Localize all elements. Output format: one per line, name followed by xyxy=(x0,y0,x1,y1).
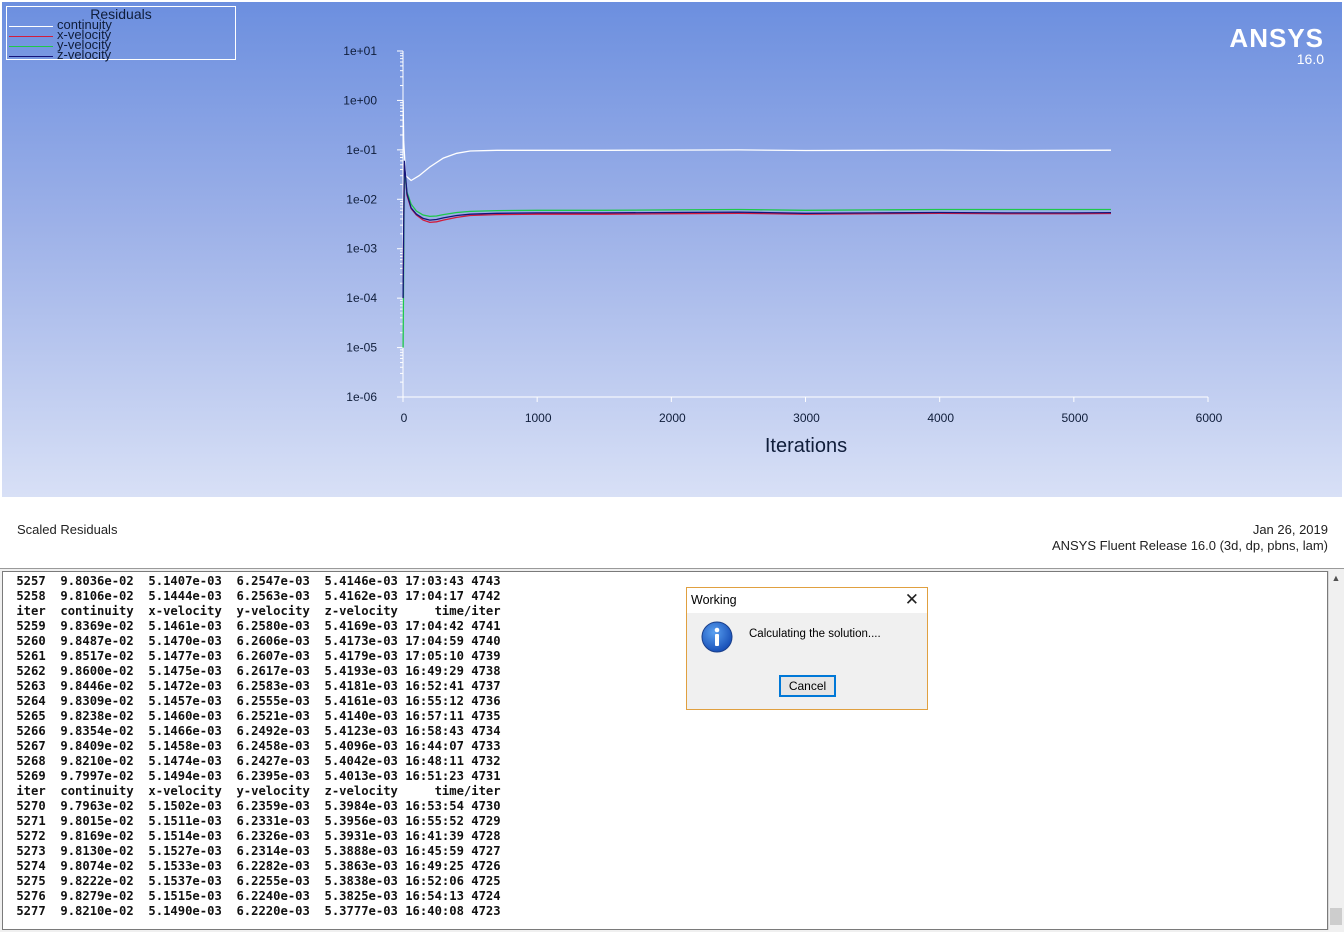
legend-swatch-z-velocity xyxy=(9,56,53,57)
series-line-continuity xyxy=(402,100,1112,182)
series-line-z-velocity xyxy=(402,160,1112,299)
series-line-x-velocity xyxy=(402,164,1112,299)
legend-item-z-velocity: z-velocity xyxy=(9,47,229,62)
console-output[interactable]: 5257 9.8036e-02 5.1407e-03 6.2547e-03 5.… xyxy=(2,571,1328,930)
residuals-chart: 1e-06 1e-05 1e-04 1e-03 1e-02 1e-01 1e+00 1e+01… xyxy=(343,44,1223,457)
console-line: 5272 9.8169e-02 5.1514e-03 6.2326e-03 5.… xyxy=(9,829,501,843)
legend-label-z-velocity: z-velocity xyxy=(57,47,112,62)
y-tick-label: 1e+01 xyxy=(343,44,377,58)
console-line: 5265 9.8238e-02 5.1460e-03 6.2521e-03 5.… xyxy=(9,709,501,723)
working-dialog: Working ✕ Calculating the solution.... C… xyxy=(686,587,928,710)
legend-swatch-continuity xyxy=(9,26,53,27)
graphics-window: 1e-06 1e-05 1e-04 1e-03 1e-02 1e-01 1e+00 1e+01… xyxy=(0,0,1344,569)
console-line: 5277 9.8210e-02 5.1490e-03 6.2220e-03 5.… xyxy=(9,904,501,918)
console-line: 5262 9.8600e-02 5.1475e-03 6.2617e-03 5.… xyxy=(9,664,501,678)
legend-item-continuity: continuity xyxy=(9,18,229,31)
ansys-logo-name: ANSYS xyxy=(1229,23,1324,53)
console-line: iter continuity x-velocity y-velocity z-… xyxy=(9,784,501,798)
console-line: 5261 9.8517e-02 5.1477e-03 6.2607e-03 5.… xyxy=(9,649,501,663)
console-line: 5264 9.8309e-02 5.1457e-03 6.2555e-03 5.… xyxy=(9,694,501,708)
console-line: 5276 9.8279e-02 5.1515e-03 6.2240e-03 5.… xyxy=(9,889,501,903)
console-line: 5267 9.8409e-02 5.1458e-03 6.2458e-03 5.… xyxy=(9,739,501,753)
x-tick-label: 5000 xyxy=(1061,411,1088,425)
x-tick-label: 0 xyxy=(401,411,408,425)
dialog-close-icon[interactable]: ✕ xyxy=(905,590,919,610)
release-info: ANSYS Fluent Release 16.0 (3d, dp, pbns,… xyxy=(1051,538,1328,553)
x-tick-label: 6000 xyxy=(1196,411,1223,425)
console-line: 5274 9.8074e-02 5.1533e-03 6.2282e-03 5.… xyxy=(9,859,501,873)
ansys-logo: ANSYS 16.0 xyxy=(1229,24,1324,66)
console-line: 5270 9.7963e-02 5.1502e-03 6.2359e-03 5.… xyxy=(9,799,501,813)
legend-item-y-velocity: y-velocity xyxy=(9,38,229,51)
plot-caption: Scaled Residuals xyxy=(17,522,118,537)
y-tick-label: 1e-02 xyxy=(346,192,377,206)
dialog-titlebar[interactable]: Working ✕ xyxy=(687,588,927,613)
console-line: 5273 9.8130e-02 5.1527e-03 6.2314e-03 5.… xyxy=(9,844,501,858)
y-tick-label: 1e-03 xyxy=(346,242,377,256)
x-tick-label: 4000 xyxy=(927,411,954,425)
scroll-up-arrow-icon[interactable]: ▲ xyxy=(1329,571,1343,585)
plot-date: Jan 26, 2019 xyxy=(1252,522,1328,537)
y-tick-label: 1e-05 xyxy=(346,341,377,355)
console-line: 5260 9.8487e-02 5.1470e-03 6.2606e-03 5.… xyxy=(9,634,501,648)
series-line-y-velocity xyxy=(402,169,1111,348)
legend: Residuals continuity x-velocity y-veloci… xyxy=(6,6,236,62)
console-line: 5263 9.8446e-02 5.1472e-03 6.2583e-03 5.… xyxy=(9,679,501,693)
dialog-title: Working xyxy=(691,593,737,607)
console-line: 5275 9.8222e-02 5.1537e-03 6.2255e-03 5.… xyxy=(9,874,501,888)
console-line: 5266 9.8354e-02 5.1466e-03 6.2492e-03 5.… xyxy=(9,724,501,738)
info-icon xyxy=(701,621,733,653)
console-line: 5271 9.8015e-02 5.1511e-03 6.2331e-03 5.… xyxy=(9,814,501,828)
legend-swatch-y-velocity xyxy=(9,46,53,47)
legend-title: Residuals xyxy=(90,6,152,22)
legend-swatch-x-velocity xyxy=(9,36,53,37)
scrollbar-thumb[interactable] xyxy=(1330,908,1342,925)
console-line: 5258 9.8106e-02 5.1444e-03 6.2563e-03 5.… xyxy=(9,589,501,603)
y-tick-label: 1e+00 xyxy=(343,93,377,107)
x-tick-label: 2000 xyxy=(659,411,686,425)
console-scrollbar[interactable]: ▲ xyxy=(1328,571,1343,930)
legend-item-x-velocity: x-velocity xyxy=(9,28,229,41)
dialog-message: Calculating the solution.... xyxy=(749,628,881,640)
cancel-button[interactable]: Cancel xyxy=(779,675,836,697)
console-line: 5259 9.8369e-02 5.1461e-03 6.2580e-03 5.… xyxy=(9,619,501,633)
residuals-plot-area: 1e-06 1e-05 1e-04 1e-03 1e-02 1e-01 1e+00 1e+01… xyxy=(2,2,1342,497)
ansys-logo-version: 16.0 xyxy=(1296,51,1324,67)
console-lines: 5257 9.8036e-02 5.1407e-03 6.2547e-03 5.… xyxy=(9,574,501,919)
console-line: iter continuity x-velocity y-velocity z-… xyxy=(9,604,501,618)
x-tick-label: 1000 xyxy=(525,411,552,425)
console-line: 5257 9.8036e-02 5.1407e-03 6.2547e-03 5.… xyxy=(9,574,501,588)
x-tick-label: 3000 xyxy=(793,411,820,425)
console-line: 5269 9.7997e-02 5.1494e-03 6.2395e-03 5.… xyxy=(9,769,501,783)
y-tick-label: 1e-04 xyxy=(346,291,377,305)
console-line: 5268 9.8210e-02 5.1474e-03 6.2427e-03 5.… xyxy=(9,754,501,768)
x-axis-label: Iterations xyxy=(765,435,847,457)
y-tick-label: 1e-06 xyxy=(346,390,377,404)
y-tick-label: 1e-01 xyxy=(346,143,377,157)
